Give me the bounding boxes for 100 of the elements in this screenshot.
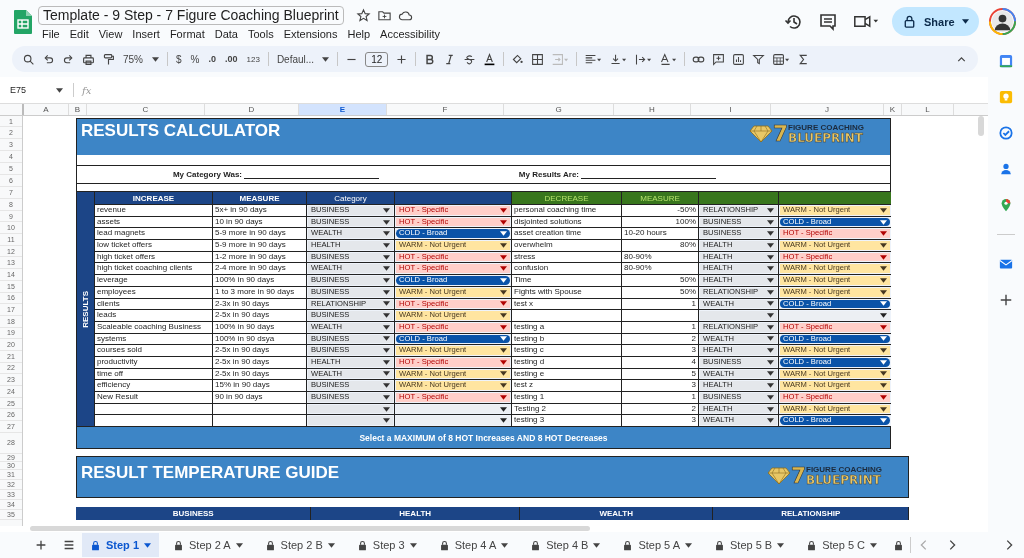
number-format-button[interactable]: 123 — [245, 54, 261, 64]
undo-icon[interactable] — [42, 52, 55, 66]
menu-item[interactable]: Accessibility — [380, 28, 440, 40]
tasks-icon[interactable] — [999, 126, 1013, 140]
menu-item[interactable]: File — [42, 28, 60, 40]
text-color-icon[interactable] — [483, 52, 497, 66]
sheet-tab[interactable]: Step 2 A — [165, 533, 251, 557]
search-icon[interactable] — [22, 52, 35, 66]
menu-item[interactable]: Help — [347, 28, 371, 40]
column-header[interactable]: A — [24, 104, 69, 115]
add-sheet-icon[interactable] — [34, 538, 48, 552]
paint-roller-icon[interactable] — [102, 52, 115, 66]
table-cell: stress — [512, 251, 621, 263]
scrollbar-thumb[interactable] — [978, 116, 984, 136]
comment-icon[interactable] — [818, 11, 838, 32]
map-pin-icon[interactable] — [999, 198, 1013, 212]
sheet-tab[interactable]: Step 5 A — [614, 533, 700, 557]
text-wrap-icon[interactable] — [634, 52, 653, 66]
scrollbar-thumb[interactable] — [30, 526, 590, 531]
caret-icon[interactable] — [56, 87, 63, 93]
document-title[interactable]: Template - 9 Step - 7 Figure Coaching Blueprint — [38, 6, 344, 25]
lock-icon — [806, 539, 818, 551]
column-heading: MEASURE — [622, 192, 698, 204]
contacts-icon[interactable] — [999, 162, 1013, 176]
column-header[interactable]: H — [614, 104, 691, 115]
lock-icon — [438, 539, 450, 551]
column-header[interactable]: E — [299, 104, 387, 115]
lock-icon[interactable] — [893, 539, 905, 551]
menu-item[interactable]: Tools — [247, 28, 274, 40]
sheet-tab[interactable]: Step 3 — [348, 533, 425, 557]
table-cell: testing d — [512, 356, 621, 368]
plus-icon[interactable] — [999, 293, 1013, 307]
align-icon[interactable] — [584, 52, 603, 66]
column-header[interactable]: K — [884, 104, 902, 115]
menu-item[interactable]: View — [98, 28, 123, 40]
font-size-field[interactable]: 12 — [365, 51, 389, 67]
table-cell: Time — [512, 275, 621, 286]
column-heading: DECREASE — [512, 192, 621, 204]
table-cell: 100% in 90 days — [213, 275, 306, 286]
currency-button[interactable]: $ — [175, 53, 183, 65]
sheet-tab[interactable]: Step 2 B — [256, 533, 343, 557]
table-cell: 3 — [622, 380, 698, 391]
column-header[interactable]: L — [902, 104, 954, 115]
star-icon[interactable] — [355, 8, 371, 23]
print-icon[interactable] — [82, 52, 95, 66]
chart-icon[interactable] — [732, 52, 746, 66]
zoom-dropdown[interactable]: 75% — [122, 53, 160, 65]
column-heading: HEALTH — [311, 507, 520, 521]
sheet-tab[interactable]: Step 4 B — [522, 533, 609, 557]
name-box[interactable]: E75 — [10, 85, 56, 95]
sheets-logo-icon[interactable] — [14, 10, 32, 34]
menu-item[interactable]: Insert — [132, 28, 160, 40]
avatar-icon[interactable] — [989, 8, 1016, 35]
category-dropdown[interactable] — [308, 404, 393, 414]
decrease-decimals-button[interactable]: .0 — [207, 54, 217, 64]
strikethrough-icon[interactable] — [463, 52, 477, 66]
mail-icon[interactable] — [999, 257, 1013, 271]
category-dropdown[interactable] — [700, 311, 777, 320]
column-header[interactable]: F — [387, 104, 504, 115]
category-dropdown[interactable] — [308, 416, 393, 426]
text-rotation-icon[interactable] — [659, 52, 678, 66]
table-cell: clients — [95, 298, 212, 310]
font-dropdown[interactable]: Defaul... — [275, 53, 331, 65]
column-heading: Category — [307, 192, 394, 204]
column-header[interactable]: J — [771, 104, 884, 115]
calendar-icon[interactable] — [999, 54, 1013, 68]
sheet-tab[interactable]: Step 1 — [82, 533, 159, 557]
percent-button[interactable]: % — [189, 53, 201, 65]
lock-icon — [264, 539, 276, 551]
table-icon[interactable] — [772, 52, 791, 66]
add-comment-icon[interactable] — [712, 52, 726, 66]
merge-cells-icon[interactable] — [551, 52, 570, 66]
redo-icon[interactable] — [62, 52, 75, 66]
filter-icon[interactable] — [752, 52, 766, 66]
cloud-icon[interactable] — [397, 8, 413, 23]
column-header[interactable]: I — [691, 104, 771, 115]
sheet-tab[interactable]: Step 5 C — [798, 533, 886, 557]
vertical-align-icon[interactable] — [609, 52, 628, 66]
borders-icon[interactable] — [531, 52, 545, 66]
fill-color-icon[interactable] — [511, 52, 525, 66]
increase-decimals-button[interactable]: .00 — [224, 54, 239, 64]
sheet-title: RESULTS CALCULATOR — [81, 121, 281, 141]
table-cell: testing a — [512, 321, 621, 333]
sheet-tab[interactable]: Step 4 A — [430, 533, 517, 557]
menu-item[interactable]: Extensions — [283, 28, 338, 40]
menu-item[interactable]: Data — [214, 28, 238, 40]
menu-item[interactable]: Format — [169, 28, 205, 40]
table-cell: 50% — [622, 286, 698, 298]
table-cell: testing e — [512, 368, 621, 380]
menu-icon[interactable] — [62, 538, 76, 552]
column-header[interactable]: C — [87, 104, 205, 115]
column-header[interactable]: B — [69, 104, 87, 115]
menu-item[interactable]: Edit — [69, 28, 89, 40]
plus-icon[interactable] — [395, 52, 409, 66]
share-button[interactable]: Share — [892, 7, 979, 36]
column-header[interactable]: G — [504, 104, 614, 115]
caret-icon — [152, 56, 159, 62]
table-cell: leads — [95, 310, 212, 321]
folder-icon[interactable] — [376, 8, 392, 23]
sheet-tab[interactable]: Step 5 B — [706, 533, 793, 557]
